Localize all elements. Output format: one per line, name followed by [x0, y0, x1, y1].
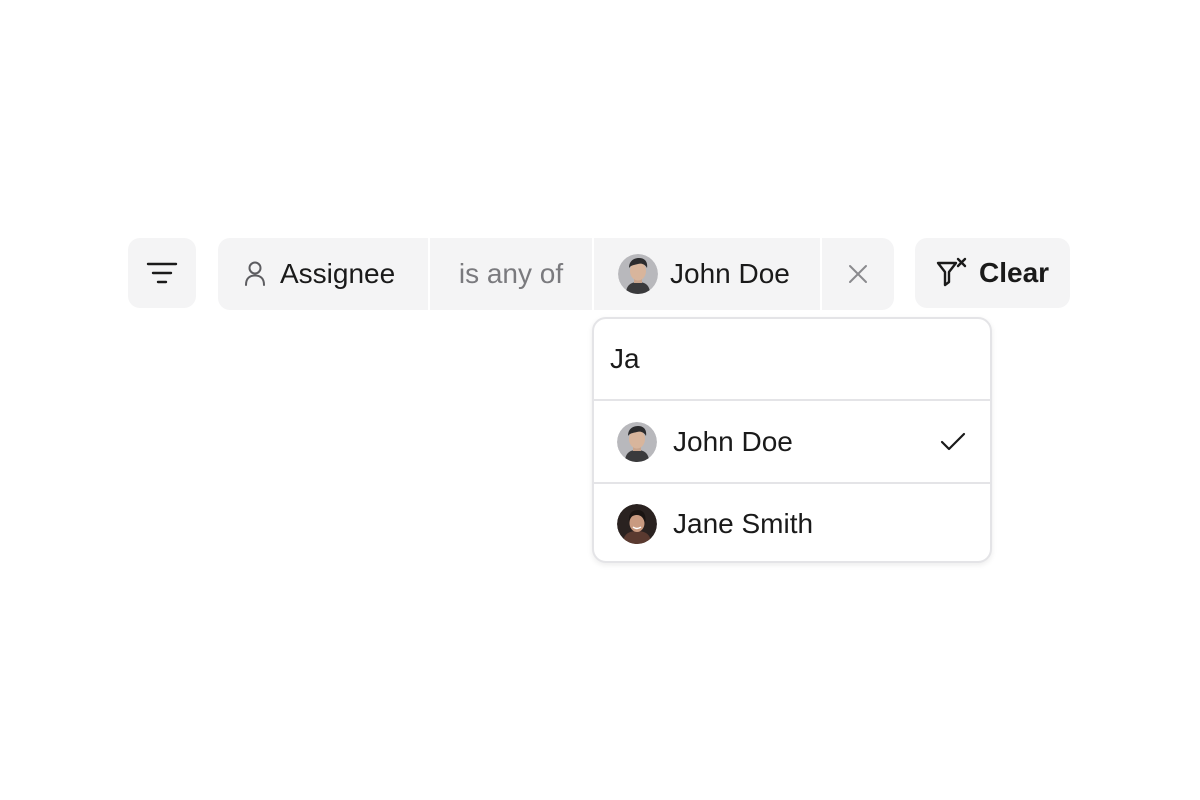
close-icon: [849, 265, 867, 283]
john-doe-avatar: [618, 254, 658, 294]
dropdown-search: [594, 319, 990, 401]
john-doe-avatar: [617, 421, 657, 462]
filter-field-selector[interactable]: Assignee: [218, 238, 428, 310]
clear-button-label: Clear: [979, 257, 1050, 288]
filter-demo-stage: Assignee is any of John Doe Clear Ja Joh…: [0, 0, 1200, 800]
filter-operator-label: is any of: [458, 258, 564, 289]
assignee-dropdown: John Doe Jane Smith: [592, 317, 992, 563]
check-icon: [940, 432, 966, 450]
dropdown-option-john-doe[interactable]: John Doe: [594, 401, 990, 482]
filter-clear-icon: [936, 257, 967, 287]
clear-filters-button[interactable]: Clear: [915, 238, 1070, 308]
dropdown-option-jane-smith[interactable]: Jane Smith: [594, 482, 990, 561]
option-label: John Doe: [673, 425, 793, 457]
remove-filter-button[interactable]: [820, 238, 894, 310]
user-icon: [245, 261, 265, 286]
option-label: Jane Smith: [673, 507, 814, 539]
filter-value-selector[interactable]: John Doe: [592, 238, 820, 310]
assignee-search-input[interactable]: [610, 343, 990, 375]
filter-operator-selector[interactable]: is any of: [428, 238, 592, 310]
filter-menu-button[interactable]: [128, 238, 196, 308]
filter-field-label: Assignee: [280, 258, 396, 289]
filter-value-label: John Doe: [670, 258, 790, 289]
filter-lines-icon: [146, 262, 178, 284]
jane-smith-avatar: [617, 503, 657, 544]
assignee-filter-chip: Assignee is any of John Doe: [218, 238, 894, 310]
